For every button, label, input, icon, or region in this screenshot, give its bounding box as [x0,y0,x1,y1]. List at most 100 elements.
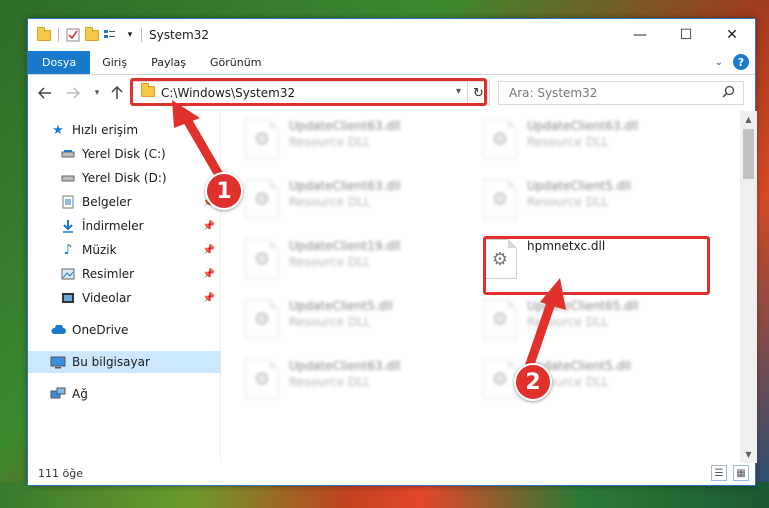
pin-icon[interactable]: 📌 [203,221,215,232]
qat-dropdown-icon[interactable]: ▾ [122,27,138,43]
tab-paylas[interactable]: Paylaş [139,51,198,74]
tab-dosya[interactable]: Dosya [28,51,91,74]
pictures-icon [60,266,76,282]
view-buttons: ☰ ▦ [711,465,749,481]
file-item[interactable]: ⚙ UpdateClient5.dll Resource DLL [483,179,709,229]
title-separator [141,28,142,42]
file-item[interactable]: ⚙ UpdateClient63.dll Resource DLL [245,119,471,169]
dll-file-icon: ⚙ [483,239,517,279]
quick-access-toolbar: ▾ [28,26,138,43]
dll-file-icon: ⚙ [483,359,517,399]
sidebar-item-label: İndirmeler [82,219,144,233]
large-icons-view-icon[interactable]: ▦ [733,465,749,481]
drive-icon [60,146,76,162]
file-item[interactable]: ⚙ UpdateClient19.dll Resource DLL [245,239,471,289]
new-folder-icon[interactable] [84,26,100,43]
back-button[interactable] [34,82,56,104]
minimize-button[interactable]: — [617,19,663,51]
sidebar-item-muzik[interactable]: ♪ Müzik 📌 [28,239,221,261]
sidebar-item-yerel-disk-c[interactable]: Yerel Disk (C:) [28,143,221,165]
back-arrow-icon [38,87,51,99]
content-area: ★ Hızlı erişim Yerel Disk (C:) Yerel Dis… [28,111,757,463]
music-icon: ♪ [63,242,73,258]
network-icon [50,386,66,402]
details-view-icon[interactable]: ☰ [711,465,727,481]
up-arrow-icon [111,86,123,99]
address-dropdown-icon[interactable]: ▾ [456,86,461,97]
file-item[interactable]: ⚙ UpdateClient5.dll Resource DLL [245,299,471,349]
ribbon-tabs: Dosya Giriş Paylaş Görünüm ⌄ ? [28,51,755,75]
sidebar-item-label: Resimler [82,267,135,281]
scroll-up-button[interactable]: ▲ [740,111,757,128]
status-bar: 111 öğe ☰ ▦ [28,461,757,485]
dll-file-icon: ⚙ [245,179,279,219]
sidebar-item-videolar[interactable]: Videolar 📌 [28,287,221,309]
item-count: 111 öğe [38,466,83,480]
customize-view-icon[interactable] [103,27,119,43]
up-button[interactable] [106,82,128,104]
drive-icon [60,170,76,186]
file-item-hpmnetxc[interactable]: ⚙ hpmnetxc.dll [483,239,709,289]
sidebar-item-label: OneDrive [72,323,129,337]
cloud-icon [50,322,66,338]
properties-icon[interactable] [65,27,81,43]
step-badge-2: 2 [514,363,552,401]
dll-file-icon: ⚙ [245,239,279,279]
sidebar-item-resimler[interactable]: Resimler 📌 [28,263,221,285]
sidebar-item-network[interactable]: Ağ [28,383,221,405]
address-bar[interactable]: C:\Windows\System32 ▾ [132,81,468,105]
dll-file-icon: ⚙ [483,299,517,339]
navigation-pane: ★ Hızlı erişim Yerel Disk (C:) Yerel Dis… [28,111,221,463]
sidebar-item-this-pc[interactable]: Bu bilgisayar [28,351,221,373]
pin-icon[interactable]: 📌 [203,269,215,280]
dll-file-icon: ⚙ [245,299,279,339]
close-button[interactable]: ✕ [709,19,755,51]
explorer-window: ▾ System32 — ☐ ✕ Dosya Giriş Paylaş Görü… [27,18,757,486]
sidebar-item-label: Hızlı erişim [72,123,139,137]
tab-giris[interactable]: Giriş [90,51,139,74]
folder-icon [36,26,52,43]
forward-arrow-icon [67,87,80,99]
forward-button[interactable] [62,82,84,104]
window-title: System32 [149,28,210,42]
sidebar-item-belgeler[interactable]: Belgeler 📌 [28,191,221,213]
downloads-icon [60,218,76,234]
videos-icon [60,290,76,306]
tab-gorunum[interactable]: Görünüm [198,51,273,74]
file-item[interactable]: ⚙ UpdateClient63.dll Resource DLL [483,119,709,169]
help-icon[interactable]: ? [733,54,749,70]
sidebar-item-label: Ağ [72,387,88,401]
sidebar-item-yerel-disk-d[interactable]: Yerel Disk (D:) [28,167,221,189]
title-bar: ▾ System32 — ☐ ✕ [28,19,755,51]
toolbar-separator [58,28,59,42]
file-list: ⚙ UpdateClient63.dll Resource DLL ⚙ Updat… [221,111,757,463]
documents-icon [60,194,76,210]
search-icon [722,85,735,102]
pin-icon[interactable]: 📌 [203,245,215,256]
sidebar-item-quick-access[interactable]: ★ Hızlı erişim [28,119,221,141]
sidebar-item-indirmeler[interactable]: İndirmeler 📌 [28,215,221,237]
search-input[interactable]: Ara: System32 [498,81,744,105]
step-badge-1: 1 [205,172,243,210]
navigation-bar: ▾ C:\Windows\System32 ▾ ↻ Ara: System32 [28,75,755,111]
pin-icon[interactable]: 📌 [203,293,215,304]
dll-file-icon: ⚙ [245,119,279,159]
ribbon-right: ⌄ ? [715,54,749,70]
dll-file-icon: ⚙ [483,179,517,219]
refresh-button[interactable]: ↻ [468,81,490,105]
expand-ribbon-icon[interactable]: ⌄ [715,57,723,68]
dll-file-icon: ⚙ [245,359,279,399]
computer-icon [50,354,66,370]
scroll-thumb[interactable] [743,129,754,179]
file-item[interactable]: ⚙ UpdateClient63.dll Resource DLL [245,359,471,409]
file-item[interactable]: ⚙ UpdateClient65.dll Resource DLL [483,299,709,349]
vertical-scrollbar[interactable]: ▲ ▼ [740,111,757,463]
recent-locations-button[interactable]: ▾ [86,82,108,104]
sidebar-item-label: Bu bilgisayar [72,355,150,369]
file-name: hpmnetxc.dll [527,239,606,253]
sidebar-item-label: Müzik [82,243,117,257]
sidebar-item-onedrive[interactable]: OneDrive [28,319,221,341]
sidebar-item-label: Yerel Disk (D:) [82,171,167,185]
maximize-button[interactable]: ☐ [663,19,709,51]
file-item[interactable]: ⚙ UpdateClient63.dll Resource DLL [245,179,471,229]
